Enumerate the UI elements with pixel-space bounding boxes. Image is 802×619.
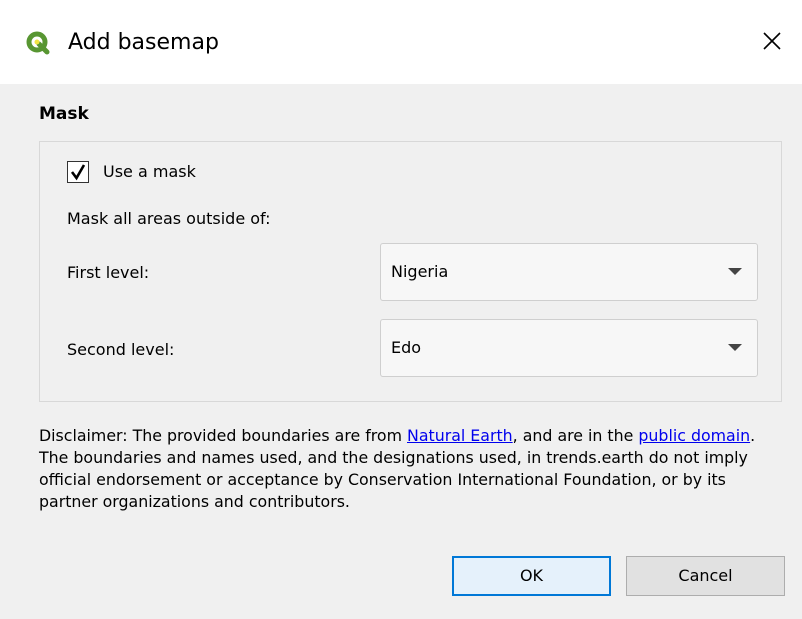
- mask-section-title: Mask: [39, 104, 89, 124]
- mask-outside-label: Mask all areas outside of:: [67, 209, 271, 228]
- close-icon: [763, 32, 781, 50]
- close-button[interactable]: [752, 22, 792, 62]
- window-title: Add basemap: [68, 30, 219, 55]
- first-level-label: First level:: [67, 263, 150, 282]
- disclaimer-middle: , and are in the: [512, 426, 639, 445]
- first-level-value: Nigeria: [391, 262, 449, 281]
- disclaimer-text: Disclaimer: The provided boundaries are …: [39, 425, 779, 513]
- title-bar: Add basemap: [0, 0, 802, 84]
- natural-earth-link[interactable]: Natural Earth: [407, 426, 513, 445]
- use-mask-label[interactable]: Use a mask: [103, 161, 196, 183]
- use-mask-checkbox[interactable]: [67, 161, 89, 183]
- add-basemap-dialog: Add basemap Mask Use a mask Mask all are…: [0, 0, 802, 619]
- chevron-down-icon: [728, 344, 742, 351]
- disclaimer-prefix: Disclaimer: The provided boundaries are …: [39, 426, 407, 445]
- second-level-dropdown[interactable]: Edo: [380, 319, 758, 377]
- cancel-button[interactable]: Cancel: [626, 556, 785, 596]
- first-level-dropdown[interactable]: Nigeria: [380, 243, 758, 301]
- second-level-label: Second level:: [67, 340, 175, 359]
- chevron-down-icon: [728, 268, 742, 275]
- public-domain-link[interactable]: public domain: [638, 426, 750, 445]
- qgis-logo-icon: [26, 31, 50, 55]
- second-level-value: Edo: [391, 338, 422, 357]
- checkmark-icon: [70, 164, 86, 181]
- ok-button[interactable]: OK: [452, 556, 611, 596]
